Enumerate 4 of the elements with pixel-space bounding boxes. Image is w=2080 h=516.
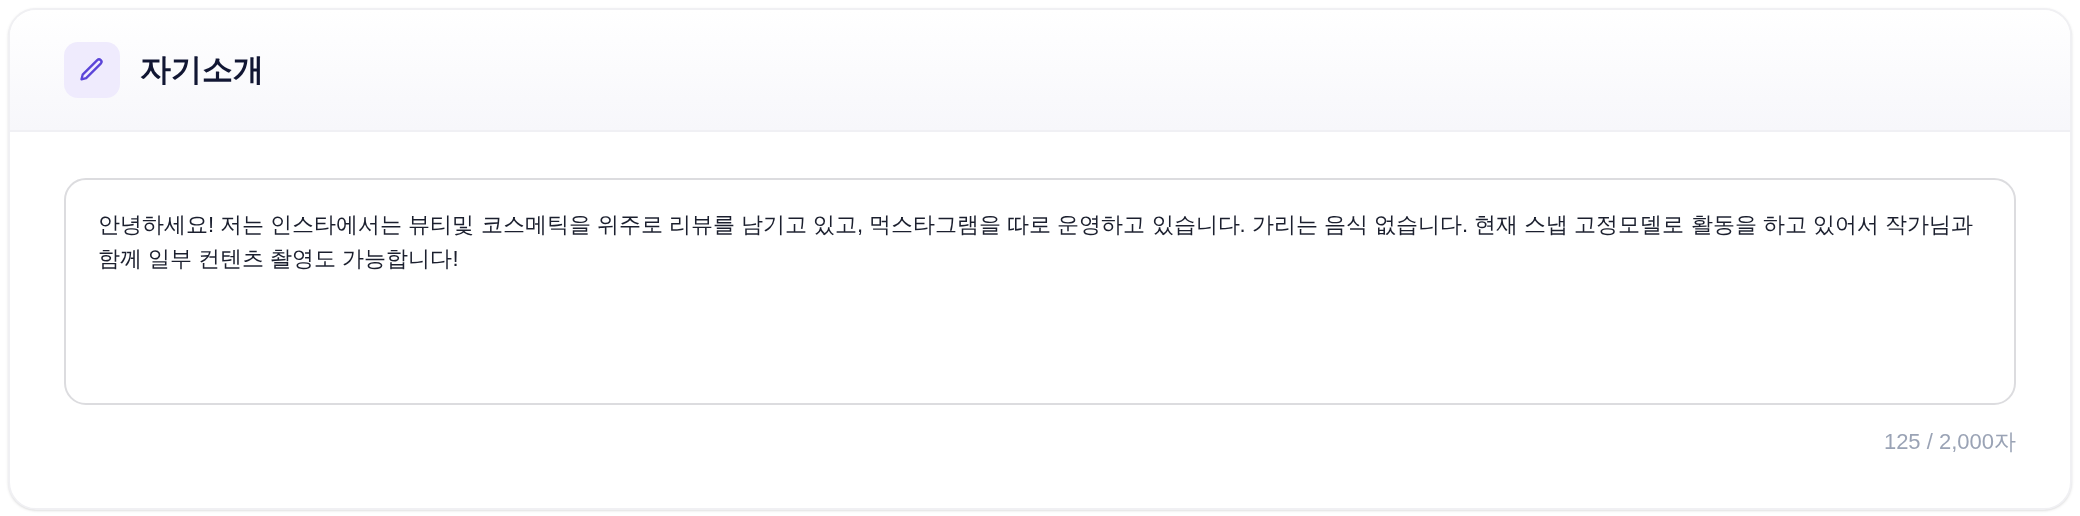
character-counter: 125 / 2,000자 <box>1883 428 2016 456</box>
intro-text-field[interactable]: 안녕하세요! 저는 인스타에서는 뷰티및 코스메틱을 위주로 리뷰를 남기고 있고, 먹스타그램을 따로 운영하고 있습니다. 가리는 음식 없습니다. 현재 스냅 고정모델로 활동을 하고 있어서 작가님과 함께 일부 컨텐츠 촬영도 가능합니다! <box>64 178 2016 405</box>
section-title: 자기소개 <box>140 50 264 89</box>
pencil-icon <box>64 42 120 98</box>
